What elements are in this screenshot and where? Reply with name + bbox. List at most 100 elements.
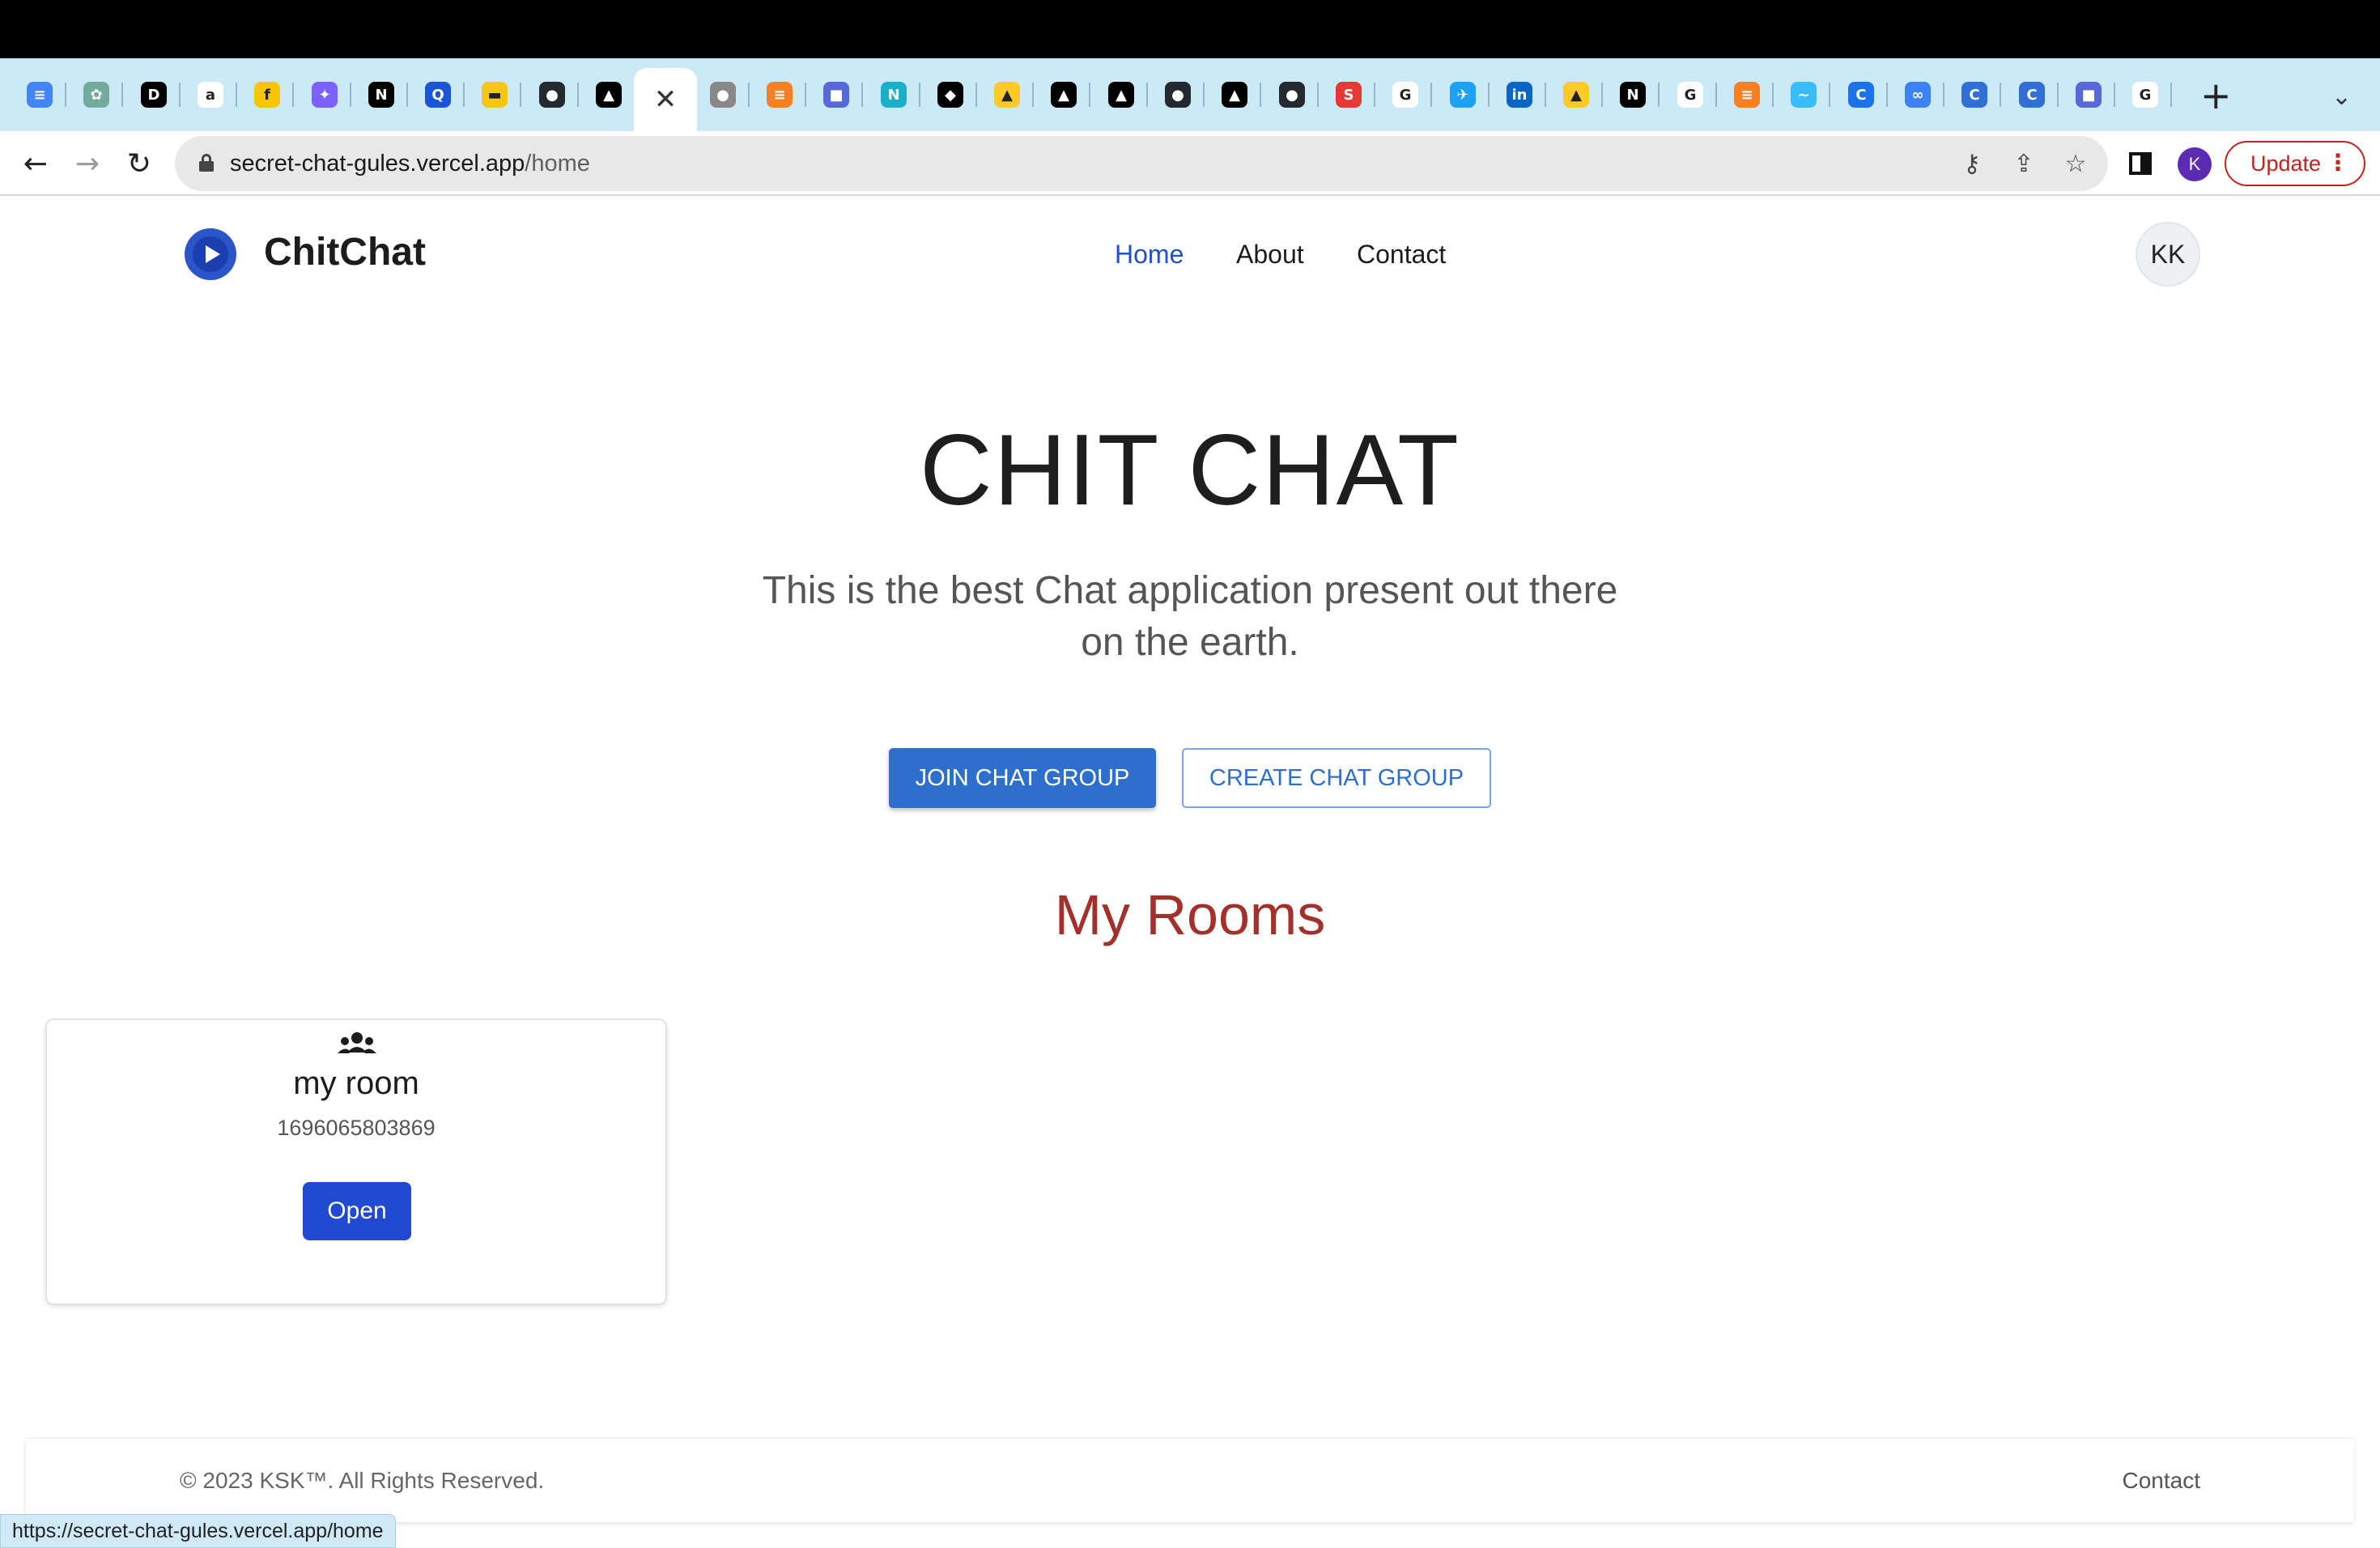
room-id: 1696065803869 [277, 1116, 436, 1140]
browser-tab[interactable]: ● [1265, 74, 1319, 115]
tab-separator [919, 83, 920, 107]
browser-tab[interactable]: N [867, 74, 920, 115]
page-footer: © 2023 KSK™. All Rights Reserved. Contac… [26, 1438, 2354, 1522]
tab-search-chevron-icon[interactable]: ⌄ [2331, 83, 2352, 111]
browser-tab[interactable]: G [2119, 74, 2172, 115]
s-logo-icon: S [1336, 82, 1362, 108]
tab-separator [1317, 83, 1319, 107]
browser-tab[interactable]: ■ [2062, 74, 2115, 115]
c-logo-icon: C [2019, 82, 2045, 108]
key-icon[interactable]: ⚷ [1954, 146, 1990, 181]
browser-tab[interactable]: G [1379, 74, 1432, 115]
more-menu-icon[interactable]: ⋮ [2327, 149, 2349, 176]
user-avatar[interactable]: KK [2136, 222, 2200, 287]
browser-profile-avatar[interactable]: K [2178, 147, 2212, 181]
forward-arrow-icon[interactable]: → [68, 144, 107, 183]
browser-tab[interactable]: C [1948, 74, 2001, 115]
footer-contact-link[interactable]: Contact [2123, 1468, 2201, 1494]
tab-separator [1488, 83, 1490, 107]
url-path: /home [525, 151, 590, 176]
bookmark-star-icon[interactable]: ☆ [2058, 146, 2093, 181]
browser-tab[interactable]: ● [1151, 74, 1205, 115]
browser-tab[interactable]: ▲ [582, 74, 635, 115]
browser-tab[interactable]: ■ [810, 74, 863, 115]
url-host: secret-chat-gules.vercel.app [230, 151, 525, 176]
nav-link-about[interactable]: About [1236, 240, 1304, 270]
browser-tab[interactable]: ▲ [1208, 74, 1261, 115]
create-chat-group-button[interactable]: CREATE CHAT GROUP [1182, 748, 1491, 808]
browser-tab[interactable]: ∞ [1891, 74, 1944, 115]
chitchat-logo-icon[interactable] [185, 228, 236, 280]
browser-tab[interactable]: ◆ [924, 74, 977, 115]
address-url[interactable]: secret-chat-gules.vercel.app/home [230, 151, 590, 177]
browser-tab[interactable]: S [1322, 74, 1375, 115]
browser-tab[interactable]: G [1664, 74, 1717, 115]
address-bar[interactable]: secret-chat-gules.vercel.app/home ⚷ ⇪ ☆ [175, 136, 2108, 191]
open-room-button[interactable]: Open [303, 1182, 411, 1240]
browser-tab[interactable]: ▬ [468, 74, 521, 115]
tab-separator [1658, 83, 1660, 107]
browser-tab[interactable]: in [1493, 74, 1546, 115]
browser-tab[interactable]: ≡ [13, 74, 66, 115]
browser-tab[interactable]: a [184, 74, 237, 115]
github-icon: ● [1165, 82, 1191, 108]
browser-tab[interactable]: ✕ [634, 68, 697, 131]
browser-tab[interactable]: ▲ [1037, 74, 1090, 115]
browser-tab[interactable]: ≡ [753, 74, 806, 115]
browser-tab[interactable]: ● [525, 74, 579, 115]
close-tab-icon[interactable]: ✕ [654, 83, 678, 116]
nextjs-icon: N [368, 82, 394, 108]
group-icon [338, 1032, 376, 1053]
vercel-icon: ▲ [1108, 82, 1134, 108]
browser-tab[interactable]: ● [696, 74, 750, 115]
tab-separator [1374, 83, 1375, 107]
lock-icon[interactable] [199, 154, 214, 172]
browser-tab[interactable]: f [240, 74, 294, 115]
tab-separator [805, 83, 806, 107]
join-chat-group-button[interactable]: JOIN CHAT GROUP [889, 748, 1156, 808]
tab-separator [975, 83, 977, 107]
tab-separator [2170, 83, 2172, 107]
browser-tab[interactable]: ▲ [980, 74, 1034, 115]
tab-separator [179, 83, 181, 107]
browser-tab[interactable]: ✿ [70, 74, 123, 115]
tailwind-icon: ~ [1791, 82, 1817, 108]
browser-tab[interactable]: N [1606, 74, 1660, 115]
browser-tab[interactable]: ≡ [1720, 74, 1774, 115]
room-name: my room [293, 1065, 419, 1101]
stackoverflow-icon: ≡ [1734, 82, 1760, 108]
twitter-icon: ✈ [1450, 82, 1476, 108]
browser-tab[interactable]: Q [411, 74, 465, 115]
share-icon[interactable]: ⇪ [2006, 146, 2042, 181]
tab-separator [1886, 83, 1888, 107]
browser-tab[interactable]: C [2005, 74, 2059, 115]
tab-separator [2000, 83, 2001, 107]
tab-separator [1772, 83, 1774, 107]
browser-tab[interactable]: ▲ [1094, 74, 1148, 115]
browser-tab[interactable]: ✦ [298, 74, 351, 115]
nav-link-home[interactable]: Home [1115, 240, 1184, 270]
browser-tab[interactable]: ✈ [1436, 74, 1490, 115]
browser-tab[interactable]: C [1834, 74, 1888, 115]
side-panel-icon[interactable] [2124, 147, 2157, 180]
tab-separator [463, 83, 465, 107]
new-tab-button[interactable]: + [2200, 77, 2232, 114]
brand-name[interactable]: ChitChat [264, 230, 426, 274]
firebase-icon: ▲ [1563, 82, 1589, 108]
browser-tab[interactable]: ▲ [1549, 74, 1603, 115]
back-arrow-icon[interactable]: ← [16, 144, 55, 183]
update-button[interactable]: Update ⋮ [2225, 141, 2365, 186]
nav-link-contact[interactable]: Contact [1357, 240, 1446, 270]
browser-tab[interactable]: ~ [1777, 74, 1830, 115]
stackoverflow-icon: ≡ [767, 82, 793, 108]
vercel-icon: ▲ [596, 82, 622, 108]
browser-tab[interactable]: N [355, 74, 408, 115]
browser-tab[interactable]: D [127, 74, 181, 115]
codepen-icon: ◆ [937, 82, 963, 108]
google-icon: G [1677, 82, 1703, 108]
tab-separator [65, 83, 66, 107]
hero-subtitle: This is the best Chat application presen… [762, 569, 1618, 664]
tab-separator [861, 83, 863, 107]
reload-icon[interactable]: ↻ [120, 144, 159, 183]
google-icon: G [1392, 82, 1418, 108]
